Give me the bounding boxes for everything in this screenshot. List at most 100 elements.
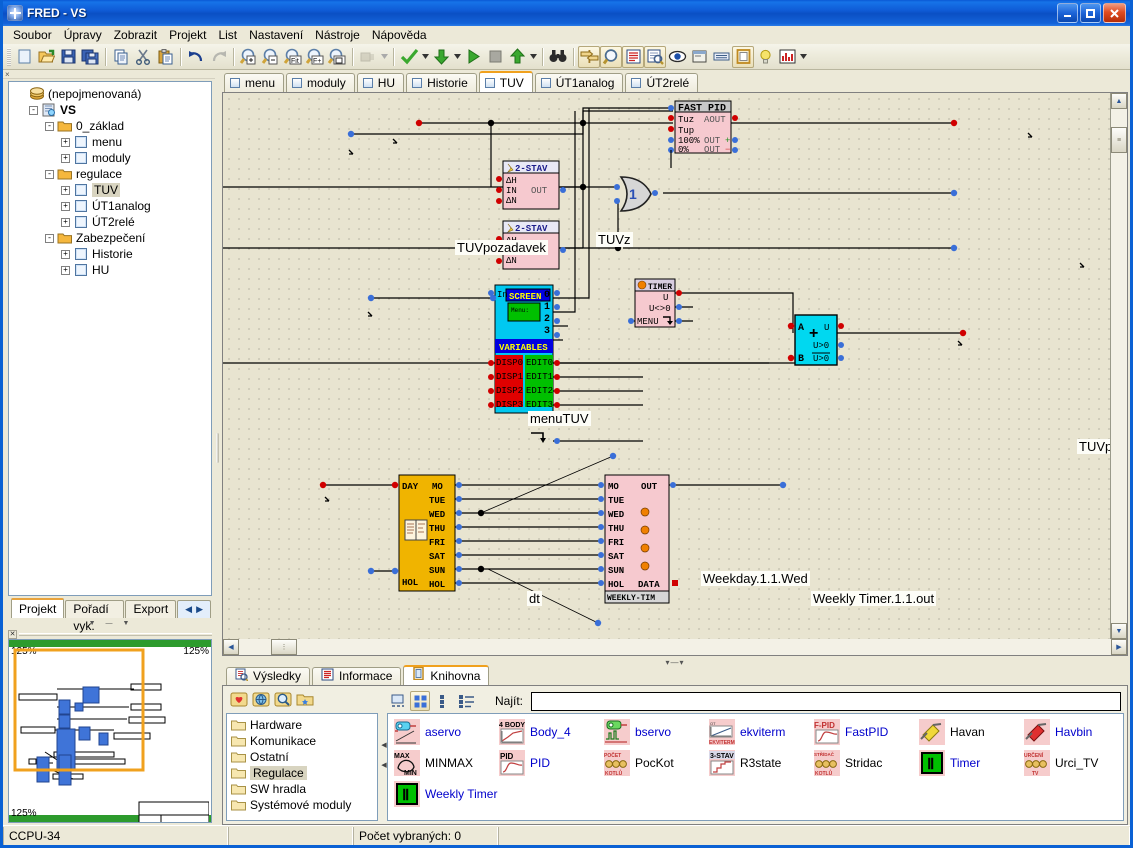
tab-nav-next[interactable]: ▶ bbox=[196, 601, 203, 618]
open-folder-icon[interactable] bbox=[35, 46, 57, 68]
canvas-hscrollbar[interactable]: ◀ ⋮ ▶ bbox=[223, 639, 1127, 655]
tab-menu[interactable]: menu bbox=[224, 73, 285, 92]
library-folder-komunikace[interactable]: Komunikace bbox=[231, 733, 377, 749]
tab-nav-prev[interactable]: ◀ bbox=[185, 601, 192, 618]
large-icons-icon[interactable] bbox=[410, 691, 430, 711]
vscroll-track-top[interactable] bbox=[1111, 109, 1127, 127]
run-icon[interactable] bbox=[462, 46, 484, 68]
close-button[interactable] bbox=[1103, 3, 1126, 23]
library-folder-sw-hradla[interactable]: SW hradla bbox=[231, 781, 377, 797]
library-folder-hardware[interactable]: Hardware bbox=[231, 717, 377, 733]
heart-icon[interactable] bbox=[230, 691, 248, 711]
expander-tuv[interactable]: + bbox=[61, 185, 70, 195]
library-item-fastpid[interactable]: F-PID FastPID bbox=[814, 719, 888, 745]
save-icon[interactable] bbox=[57, 46, 79, 68]
menu-nastroje[interactable]: Nástroje bbox=[309, 27, 366, 43]
diagram-label-tuvpozadavek-in[interactable]: TUVpozadavek bbox=[455, 240, 548, 255]
tree-item-zabezpeceni[interactable]: - Zabezpečení bbox=[15, 230, 211, 246]
frame-icon[interactable] bbox=[732, 45, 754, 68]
menu-soubor[interactable]: Soubor bbox=[7, 27, 58, 43]
zoom-in-icon[interactable] bbox=[238, 46, 260, 68]
tree-item-moduly[interactable]: + moduly bbox=[15, 150, 211, 166]
tree-item-menu[interactable]: + menu bbox=[15, 134, 211, 150]
tab-projekt[interactable]: Projekt bbox=[11, 598, 65, 618]
save-all-icon[interactable] bbox=[79, 46, 101, 68]
new-document-icon[interactable] bbox=[13, 46, 35, 68]
find-input[interactable] bbox=[531, 691, 1121, 711]
tab-hu[interactable]: HU bbox=[356, 73, 405, 92]
left-dock-splitter[interactable]: ▼ — ▼ bbox=[3, 618, 215, 629]
library-item-stridac[interactable]: STŘÍDAČ KOTLŮ Stridac bbox=[814, 750, 882, 776]
library-item-minmax[interactable]: MAX MIN MINMAX bbox=[394, 750, 473, 776]
details-view-icon[interactable] bbox=[387, 691, 407, 711]
expander-menu[interactable]: + bbox=[61, 137, 70, 147]
hscroll-track-right[interactable] bbox=[297, 639, 1111, 655]
download-icon[interactable] bbox=[430, 46, 452, 68]
scroll-left-button[interactable]: ◀ bbox=[223, 639, 239, 655]
library-item-weekly-timer[interactable]: Ⅱ Weekly Timer bbox=[394, 781, 497, 807]
library-item-pid[interactable]: PID PID bbox=[499, 750, 550, 776]
list-icon[interactable] bbox=[622, 45, 644, 68]
scroll-up-button[interactable]: ▲ bbox=[1111, 93, 1127, 109]
library-item-havan[interactable]: Havan bbox=[919, 719, 985, 745]
menu-zobrazit[interactable]: Zobrazit bbox=[108, 27, 163, 43]
expander-regulace[interactable]: - bbox=[45, 169, 54, 179]
tree-item-ut1analog[interactable]: + ÚT1analog bbox=[15, 198, 211, 214]
library-folder-systemove-moduly[interactable]: Systémové moduly bbox=[231, 797, 377, 813]
menu-projekt[interactable]: Projekt bbox=[163, 27, 212, 43]
tree-item-hu[interactable]: + HU bbox=[15, 262, 211, 278]
library-item-ekviterm[interactable]: OT EKVITERM ekviterm bbox=[709, 719, 785, 745]
menu-napoveda[interactable]: Nápověda bbox=[366, 27, 433, 43]
diagram-label-dt[interactable]: dt bbox=[527, 591, 542, 606]
expander-moduly[interactable]: + bbox=[61, 153, 70, 163]
list-view-icon[interactable] bbox=[456, 691, 476, 711]
toolbar-grip[interactable] bbox=[7, 47, 11, 66]
diagram-label-tuvz[interactable]: TUVz bbox=[596, 232, 633, 247]
zoom-plus-icon[interactable]: F+ bbox=[304, 46, 326, 68]
paste-icon[interactable] bbox=[154, 46, 176, 68]
scroll-right-button[interactable]: ▶ bbox=[1111, 639, 1127, 655]
diagram-label-weekday-wed[interactable]: Weekday.1.1.Wed bbox=[701, 571, 810, 586]
upload-icon[interactable] bbox=[506, 46, 528, 68]
signpost-icon[interactable] bbox=[578, 45, 600, 68]
library-item-aservo[interactable]: aservo bbox=[394, 719, 461, 745]
overview-close-icon[interactable]: ✕ bbox=[8, 629, 17, 639]
library-folder-list[interactable]: Hardware Komunikace Ostatní Regulace SW … bbox=[226, 713, 378, 821]
zoom-out-icon[interactable] bbox=[260, 46, 282, 68]
expander-ut2rele[interactable]: + bbox=[61, 217, 70, 227]
expander-zabezpeceni[interactable]: - bbox=[45, 233, 54, 243]
diagram-label-tuvpozadavek-out[interactable]: TUVpozadavek bbox=[1077, 439, 1110, 454]
splitter-arrow-left-1[interactable]: ◀ bbox=[381, 741, 386, 749]
tree-item-vs[interactable]: - VS bbox=[15, 102, 211, 118]
library-folder-regulace[interactable]: Regulace bbox=[231, 765, 377, 781]
hscroll-track-left[interactable] bbox=[239, 639, 271, 655]
library-item-body4[interactable]: 4 BODY Body_4 bbox=[499, 719, 571, 745]
tab-ut2rele[interactable]: ÚT2relé bbox=[625, 73, 699, 92]
bar-icon[interactable] bbox=[710, 46, 732, 68]
find-binoculars-icon[interactable] bbox=[547, 46, 569, 68]
zoom-window-icon[interactable] bbox=[326, 46, 348, 68]
tab-nav[interactable]: ◀ ▶ bbox=[177, 600, 211, 618]
splitter-arrow-left-2[interactable]: ◀ bbox=[381, 761, 386, 769]
small-icons-icon[interactable] bbox=[433, 691, 453, 711]
vscroll-track-bottom[interactable] bbox=[1111, 153, 1127, 623]
hscroll-thumb[interactable]: ⋮ bbox=[271, 639, 297, 655]
tab-moduly[interactable]: moduly bbox=[286, 73, 355, 92]
library-item-bservo[interactable]: bservo bbox=[604, 719, 671, 745]
tab-ut1analog[interactable]: ÚT1analog bbox=[534, 73, 624, 92]
library-item-timer[interactable]: Ⅱ Timer bbox=[919, 750, 980, 776]
expander-0zaklad[interactable]: - bbox=[45, 121, 54, 131]
zoom-fit-icon[interactable]: Fit bbox=[282, 46, 304, 68]
library-folder-ostatni[interactable]: Ostatní bbox=[231, 749, 377, 765]
folder-star-icon[interactable] bbox=[296, 691, 314, 711]
search-icon[interactable] bbox=[274, 691, 292, 711]
scroll-down-button[interactable]: ▼ bbox=[1111, 623, 1127, 639]
tree-item-tuv[interactable]: + TUV bbox=[15, 182, 211, 198]
chart-dropdown-arrow[interactable] bbox=[798, 46, 808, 68]
watch-eye-icon[interactable] bbox=[666, 46, 688, 68]
stop-icon[interactable] bbox=[484, 46, 506, 68]
menu-list[interactable]: List bbox=[212, 27, 243, 43]
vscroll-thumb[interactable]: ≡ bbox=[1111, 127, 1127, 153]
menu-upravy[interactable]: Úpravy bbox=[58, 27, 108, 43]
tree-root[interactable]: (nepojmenovaná) bbox=[15, 86, 211, 102]
